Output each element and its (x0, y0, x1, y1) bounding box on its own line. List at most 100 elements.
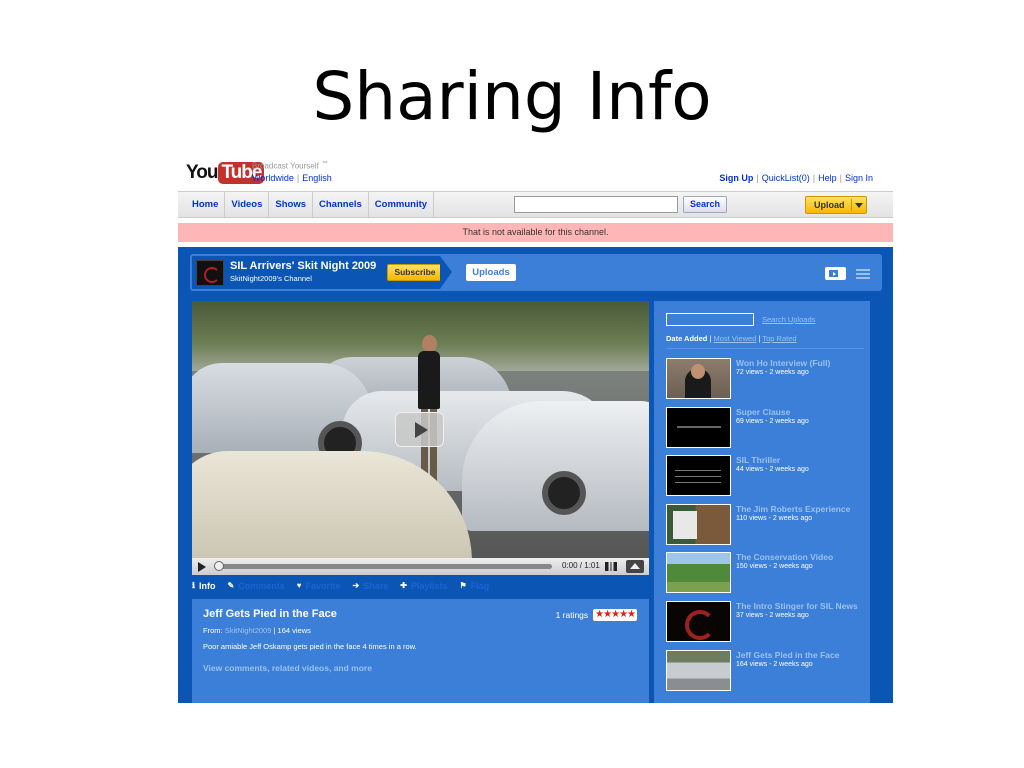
list-item[interactable]: Won Ho Interview (Full) 72 views - 2 week… (666, 358, 866, 407)
nav-tab-channels[interactable]: Channels (313, 192, 369, 217)
more-link[interactable]: View comments, related videos, and more (203, 663, 372, 673)
video-item-meta: 44 views - 2 weeks ago (736, 466, 809, 474)
sort-date-added[interactable]: Date Added (666, 334, 707, 343)
sort-options: Date Added | Most Viewed | Top Rated (666, 334, 797, 343)
list-item[interactable]: The Jim Roberts Experience 110 views - 2 … (666, 503, 866, 553)
action-label: Favorite (305, 580, 341, 591)
channel-area: SIL Arrivers' Skit Night 2009 SkitNight2… (178, 247, 893, 703)
sign-up-link[interactable]: Sign Up (719, 173, 753, 183)
divider: | (756, 173, 759, 183)
search-input[interactable] (514, 196, 678, 213)
channel-title-box: SIL Arrivers' Skit Night 2009 SkitNight2… (192, 256, 443, 289)
video-item-title[interactable]: The Conservation Video (736, 552, 866, 562)
action-comments[interactable]: ✎ Comments (228, 577, 285, 594)
region-link[interactable]: Worldwide (252, 173, 294, 183)
video-item-info: The Intro Stinger for SIL News 37 views -… (736, 601, 866, 619)
divider: | (758, 334, 761, 343)
video-item-title[interactable]: The Jim Roberts Experience (736, 504, 866, 514)
main-nav: Home Videos Shows Channels Community Sea… (178, 191, 893, 218)
help-link[interactable]: Help (818, 173, 837, 183)
sort-most-viewed[interactable]: Most Viewed (714, 334, 757, 343)
video-title: Jeff Gets Pied in the Face (203, 608, 337, 620)
search-button[interactable]: Search (683, 196, 727, 213)
video-thumbnail[interactable] (666, 503, 731, 545)
video-item-title[interactable]: SIL Thriller (736, 455, 866, 465)
grid-view-icon[interactable] (856, 269, 870, 279)
sign-in-link[interactable]: Sign In (845, 173, 873, 183)
person-head (422, 335, 437, 352)
action-playlists[interactable]: ✚ Playlists (400, 577, 447, 594)
play-overlay-icon[interactable] (395, 412, 444, 447)
action-favorite[interactable]: ♥ Favorite (297, 577, 341, 594)
sort-divider (666, 348, 864, 349)
from-channel-link[interactable]: SkitNight2009 (225, 626, 272, 635)
list-item[interactable]: Jeff Gets Pied in the Face 164 views - 2 … (666, 649, 866, 699)
seek-handle[interactable] (214, 561, 224, 571)
video-thumbnail[interactable] (666, 455, 731, 497)
sort-top-rated[interactable]: Top Rated (762, 334, 796, 343)
list-item[interactable]: Super Clause 69 views - 2 weeks ago (666, 406, 866, 456)
quicklist-label: QuickList (761, 173, 799, 183)
divider: | (296, 173, 300, 183)
uploads-tab[interactable]: Uploads (466, 264, 516, 281)
tagline-text: Broadcast Yourself (252, 161, 319, 171)
video-item-title[interactable]: Super Clause (736, 407, 866, 417)
action-flag[interactable]: ⚑ Flag (459, 577, 489, 594)
video-item-info: SIL Thriller 44 views - 2 weeks ago (736, 455, 866, 473)
tagline: Broadcast Yourself ™ (252, 161, 328, 171)
video-info-panel: Jeff Gets Pied in the Face 1 ratings ★★★… (192, 599, 649, 703)
nav-tab-home[interactable]: Home (178, 192, 226, 217)
divider: | (812, 173, 816, 183)
divider: | (709, 334, 712, 343)
list-item[interactable]: The Conservation Video 150 views - 2 week… (666, 552, 866, 601)
chevron-down-icon[interactable] (855, 203, 863, 208)
video-player[interactable]: 0:00 / 1:01 (192, 301, 649, 575)
locale-links: Worldwide | English (252, 173, 332, 183)
channel-name[interactable]: SIL Arrivers' Skit Night 2009 (230, 260, 376, 272)
video-frame[interactable] (192, 301, 649, 558)
channel-avatar[interactable] (196, 260, 224, 286)
video-item-meta: 69 views - 2 weeks ago (736, 417, 809, 425)
video-item-title[interactable]: The Intro Stinger for SIL News (736, 601, 866, 611)
player-view-icon[interactable] (825, 267, 846, 280)
video-thumbnail[interactable] (666, 552, 731, 594)
nav-tab-shows[interactable]: Shows (269, 192, 314, 217)
action-share[interactable]: ➔ Share (353, 577, 389, 594)
video-item-meta: 164 views - 2 weeks ago (736, 660, 813, 668)
video-thumbnail[interactable] (666, 600, 731, 642)
search-uploads-link[interactable]: Search Uploads (762, 315, 815, 324)
logo-you-text: You (186, 162, 219, 183)
video-wheel (542, 471, 586, 515)
video-item-title[interactable]: Jeff Gets Pied in the Face (736, 650, 866, 660)
play-icon[interactable] (198, 562, 206, 572)
divider: | (839, 173, 842, 183)
seek-bar[interactable] (216, 564, 552, 569)
youtube-screenshot: You Tube Broadcast Yourself ™ Worldwide | E… (178, 155, 893, 703)
language-link[interactable]: English (302, 173, 332, 183)
action-info[interactable]: ℹ Info (192, 577, 216, 594)
video-thumbnail[interactable] (666, 358, 731, 399)
fullscreen-icon[interactable] (626, 560, 644, 573)
subscribe-button[interactable]: Subscribe (387, 264, 443, 281)
info-icon: ℹ (192, 581, 196, 590)
nav-tab-community[interactable]: Community (369, 192, 435, 217)
upload-button[interactable]: Upload (805, 196, 867, 214)
plus-icon: ✚ (400, 581, 407, 590)
video-item-meta: 72 views - 2 weeks ago (736, 369, 809, 376)
nav-tab-videos[interactable]: Videos (225, 192, 270, 217)
quicklist-link[interactable]: QuickList(0) (762, 173, 810, 183)
header-arrow-shape (440, 256, 452, 289)
video-thumbnail[interactable] (666, 406, 731, 448)
volume-icon[interactable] (605, 562, 617, 571)
view-count: | 164 views (273, 626, 311, 635)
list-item[interactable]: The Intro Stinger for SIL News 37 views -… (666, 600, 866, 650)
video-list: Won Ho Interview (Full) 72 views - 2 week… (666, 358, 866, 698)
site-header: You Tube Broadcast Yourself ™ Worldwide | E… (178, 155, 893, 191)
video-thumbnail[interactable] (666, 649, 731, 691)
video-item-title[interactable]: Won Ho Interview (Full) (736, 358, 866, 368)
uploads-search-input[interactable] (666, 313, 754, 326)
list-item[interactable]: SIL Thriller 44 views - 2 weeks ago (666, 455, 866, 504)
star-rating-icon[interactable]: ★★★★★ (593, 609, 637, 621)
video-description: Poor amiable Jeff Oskamp gets pied in th… (203, 642, 417, 651)
slide-title: Sharing Info (312, 58, 712, 135)
